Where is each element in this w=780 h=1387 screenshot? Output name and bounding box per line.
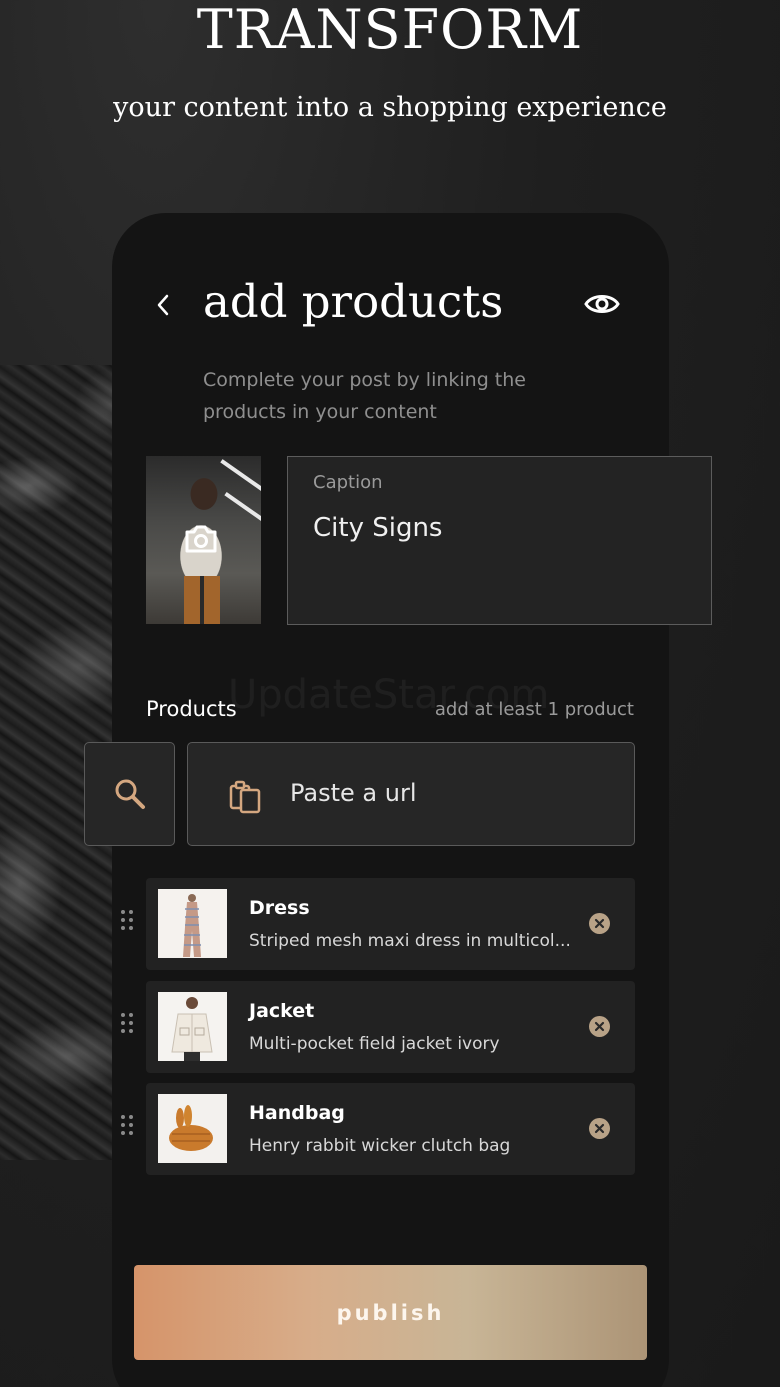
paste-url-placeholder: Paste a url [290,779,417,807]
product-title: Jacket [249,1000,315,1022]
caption-field[interactable]: Caption City Signs [287,456,712,625]
thumbnail-figure [184,576,220,624]
drag-handle-icon[interactable] [121,1013,135,1037]
back-button[interactable] [150,290,176,320]
remove-icon [594,918,605,929]
drag-handle-icon[interactable] [121,910,135,934]
caption-value[interactable]: City Signs [313,513,442,543]
remove-icon [594,1021,605,1032]
thumbnail-stripe [224,492,261,524]
eye-icon [584,295,620,313]
preview-button[interactable] [584,288,620,320]
publish-label: publish [336,1300,445,1325]
screen-intro: Complete your post by linking the produc… [203,369,526,423]
remove-product-button[interactable] [589,1118,610,1139]
search-button[interactable] [84,742,175,846]
product-description: Multi-pocket field jacket ivory [249,1034,500,1054]
product-title: Handbag [249,1102,345,1124]
product-description: Striped mesh maxi dress in multicol... [249,931,569,951]
product-item[interactable]: Dress Striped mesh maxi dress in multico… [121,878,635,970]
products-hint: add at least 1 product [434,699,634,720]
product-image [158,992,227,1061]
product-item[interactable]: Handbag Henry rabbit wicker clutch bag [121,1083,635,1175]
clipboard-icon [229,780,261,814]
hero-subtitle: your content into a shopping experience [113,92,667,123]
search-icon [115,779,145,809]
remove-product-button[interactable] [589,1016,610,1037]
remove-icon [594,1123,605,1134]
screen-title: add products [203,275,504,328]
product-image [158,1094,227,1163]
paste-url-field[interactable]: Paste a url [187,742,635,846]
product-image [158,889,227,958]
product-item[interactable]: Jacket Multi-pocket field jacket ivory [121,981,635,1073]
products-heading: Products [146,697,237,721]
caption-label: Caption [313,472,383,493]
publish-button[interactable]: publish [134,1265,647,1360]
product-description: Henry rabbit wicker clutch bag [249,1136,511,1156]
hero-title: TRANSFORM [196,0,584,61]
drag-handle-icon[interactable] [121,1115,135,1139]
remove-product-button[interactable] [589,913,610,934]
product-title: Dress [249,897,310,919]
back-icon [157,294,169,316]
camera-icon[interactable] [183,522,219,556]
